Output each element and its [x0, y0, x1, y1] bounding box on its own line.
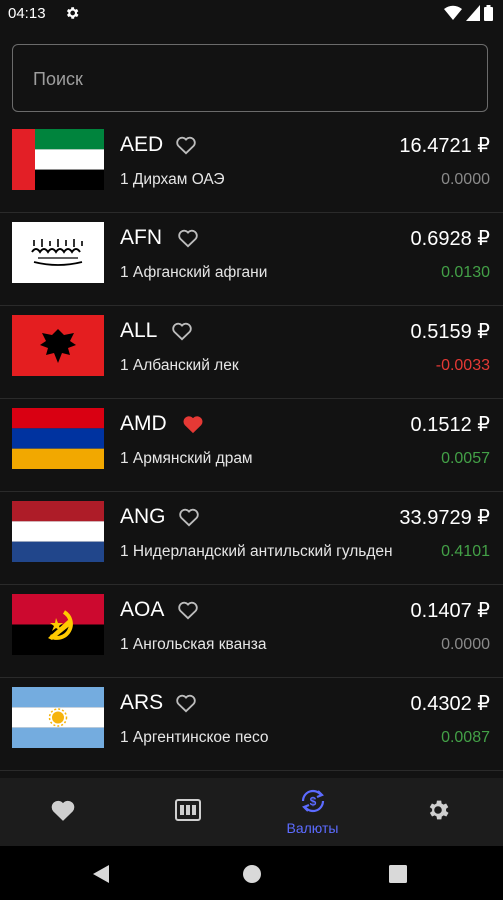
- heart-outline-icon[interactable]: [178, 507, 200, 527]
- albania-flag: [12, 315, 104, 376]
- currency-code: AED: [120, 133, 164, 156]
- gear-icon: [66, 7, 79, 19]
- heart-outline-icon[interactable]: [171, 321, 193, 341]
- currency-exchange-icon: $: [301, 789, 324, 813]
- currency-change: -0.0033: [435, 357, 490, 374]
- currency-row-all[interactable]: ALL 1 Албанский лек 0.5159 ₽ -0.0033: [0, 306, 503, 399]
- currency-rate: 0.6928 ₽: [410, 228, 490, 250]
- currency-rate: 16.4721 ₽: [399, 135, 490, 157]
- heart-filled-icon[interactable]: [182, 414, 204, 434]
- currency-name: 1 Армянский драм: [120, 450, 253, 467]
- bottom-nav: $ Валюты: [0, 778, 503, 846]
- heart-outline-icon[interactable]: [175, 135, 197, 155]
- nav-favorites[interactable]: [0, 778, 125, 846]
- status-bar: 04:13: [0, 0, 503, 28]
- netherlands-flag: [12, 501, 104, 562]
- currency-list: AED 1 Дирхам ОАЭ 16.4721 ₽ 0.0000 AFN 1 …: [0, 120, 503, 771]
- currency-change: 0.0000: [441, 636, 490, 653]
- currency-code: AMD: [120, 412, 167, 435]
- currency-code: ARS: [120, 691, 164, 714]
- currency-code: ALL: [120, 319, 158, 342]
- battery-icon: [484, 5, 493, 21]
- currency-rate: 0.1407 ₽: [410, 600, 490, 622]
- back-icon[interactable]: [92, 864, 110, 884]
- currency-change: 0.4101: [441, 543, 490, 560]
- currency-code: ANG: [120, 505, 166, 528]
- currency-row-ars[interactable]: ARS 1 Аргентинское песо 0.4302 ₽ 0.0087: [0, 678, 503, 771]
- wifi-icon: [444, 5, 462, 21]
- home-icon[interactable]: [242, 864, 262, 884]
- currency-row-aoa[interactable]: AOA 1 Ангольская кванза 0.1407 ₽ 0.0000: [0, 585, 503, 678]
- currency-row-ang[interactable]: ANG 1 Нидерландский антильский гульден 3…: [0, 492, 503, 585]
- currency-rate: 0.4302 ₽: [410, 693, 490, 715]
- currency-change: 0.0130: [441, 264, 490, 281]
- nav-settings[interactable]: [375, 778, 500, 846]
- heart-icon: [51, 800, 74, 821]
- currency-name: 1 Албанский лек: [120, 357, 239, 374]
- currency-code: AOA: [120, 598, 165, 621]
- signal-icon: [466, 5, 480, 21]
- currency-rate: 0.1512 ₽: [410, 414, 490, 436]
- angola-flag: [12, 594, 104, 655]
- currency-name: 1 Аргентинское песо: [120, 729, 269, 746]
- nav-currencies[interactable]: $ Валюты: [250, 778, 375, 846]
- currency-change: 0.0000: [441, 171, 490, 188]
- status-time: 04:13: [8, 5, 46, 22]
- recents-icon[interactable]: [389, 865, 407, 883]
- currency-name: 1 Дирхам ОАЭ: [120, 171, 225, 188]
- search-box[interactable]: [12, 44, 488, 113]
- currency-change: 0.0087: [441, 729, 490, 746]
- status-icons: [444, 5, 493, 21]
- uae-flag: [12, 129, 104, 190]
- settings-icon: [429, 800, 449, 820]
- currency-rate: 33.9729 ₽: [399, 507, 490, 529]
- currency-row-afn[interactable]: AFN 1 Афганский афгани 0.6928 ₽ 0.0130: [0, 213, 503, 306]
- afghanistan-flag: [12, 222, 104, 283]
- currency-row-amd[interactable]: AMD 1 Армянский драм 0.1512 ₽ 0.0057: [0, 399, 503, 492]
- heart-outline-icon[interactable]: [177, 228, 199, 248]
- currency-row-aed[interactable]: AED 1 Дирхам ОАЭ 16.4721 ₽ 0.0000: [0, 120, 503, 213]
- heart-outline-icon[interactable]: [175, 693, 197, 713]
- svg-text:$: $: [309, 795, 316, 809]
- currency-name: 1 Афганский афгани: [120, 264, 268, 281]
- system-nav-bar: [0, 846, 503, 900]
- currency-change: 0.0057: [441, 450, 490, 467]
- nav-currencies-label: Валюты: [286, 820, 339, 836]
- armenia-flag: [12, 408, 104, 469]
- currency-name: 1 Нидерландский антильский гульден: [120, 543, 393, 560]
- search-input[interactable]: [31, 45, 475, 113]
- nav-converter[interactable]: [125, 778, 250, 846]
- currency-name: 1 Ангольская кванза: [120, 636, 267, 653]
- currency-rate: 0.5159 ₽: [410, 321, 490, 343]
- calculator-icon: [174, 799, 201, 821]
- currency-code: AFN: [120, 226, 162, 249]
- argentina-flag: [12, 687, 104, 748]
- heart-outline-icon[interactable]: [177, 600, 199, 620]
